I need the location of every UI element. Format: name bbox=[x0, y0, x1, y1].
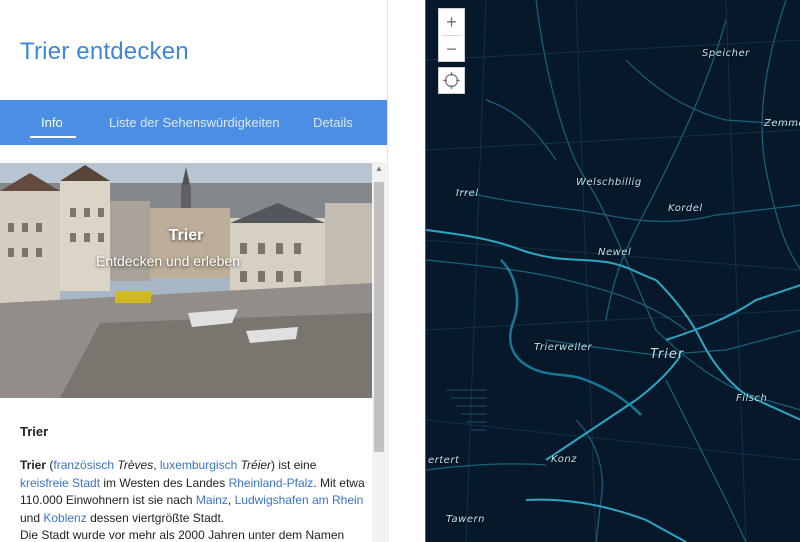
hero-image: Trier Entdecken und erleben bbox=[0, 163, 372, 398]
article-text: und bbox=[20, 510, 44, 525]
info-content[interactable]: Trier Entdecken und erleben ▲ Trier Trie… bbox=[0, 145, 387, 542]
scrollbar-thumb[interactable] bbox=[374, 182, 384, 452]
tab-details[interactable]: Details bbox=[313, 100, 353, 145]
scrollbar[interactable]: ▲ bbox=[372, 162, 386, 542]
article-link[interactable]: Rheinland-Pfalz bbox=[229, 476, 314, 490]
hero-subtitle: Entdecken und erleben bbox=[96, 253, 240, 269]
article-link[interactable]: luxemburgisch bbox=[160, 458, 237, 472]
map-label-tawern: Tawern bbox=[446, 514, 485, 525]
article-link[interactable]: kreisfreie Stadt bbox=[20, 476, 100, 490]
article-link[interactable]: Ludwigshafen am Rhein bbox=[235, 493, 364, 507]
side-panel: Trier entdecken Info Liste der Sehenswür… bbox=[0, 0, 387, 542]
map-view[interactable]: Speicher Zemmer Welschbillig Kordel Irre… bbox=[425, 0, 800, 542]
article-italic-text: Trèves bbox=[117, 458, 154, 472]
locate-button[interactable] bbox=[438, 67, 465, 94]
article-text: , bbox=[153, 458, 160, 472]
zoom-in-button[interactable]: + bbox=[439, 9, 464, 35]
map-label-welschbillig: Welschbillig bbox=[576, 177, 642, 188]
map-label-zemmer: Zemmer bbox=[764, 118, 800, 129]
article-link[interactable]: Mainz bbox=[196, 493, 228, 507]
article-body: Trier (französisch Trèves, luxemburgisch… bbox=[20, 457, 365, 542]
article-text: ) ist eine bbox=[271, 458, 317, 472]
app-title: Trier entdecken bbox=[20, 38, 189, 65]
zoom-control: + − bbox=[438, 8, 465, 62]
zoom-out-button[interactable]: − bbox=[439, 36, 464, 62]
article-text: im Westen des Landes bbox=[100, 475, 229, 490]
map-label-irrel: Irrel bbox=[456, 188, 479, 199]
article-italic-text: Tréier bbox=[240, 458, 272, 472]
article-link[interactable]: Koblenz bbox=[43, 511, 86, 525]
article-bold-text: Trier bbox=[20, 458, 47, 472]
active-tab-indicator bbox=[30, 136, 76, 138]
map-label-trier: Trier bbox=[650, 347, 685, 362]
article-text: Die Stadt wurde vor mehr als 2000 Jahren… bbox=[20, 528, 345, 542]
map-label-speicher: Speicher bbox=[702, 48, 750, 59]
map-label-konz: Konz bbox=[551, 454, 577, 465]
map-label-filsch: Filsch bbox=[736, 393, 768, 404]
tab-bar: Info Liste der Sehenswürdigkeiten Detail… bbox=[0, 100, 387, 145]
crosshair-icon bbox=[443, 72, 460, 89]
map-label-kordel: Kordel bbox=[668, 203, 703, 214]
panel-divider bbox=[387, 0, 425, 542]
scroll-up-arrow-icon[interactable]: ▲ bbox=[372, 162, 386, 176]
article-heading: Trier bbox=[20, 424, 49, 439]
tab-info[interactable]: Info bbox=[41, 100, 63, 145]
map-label-trierweiler: Trierweiler bbox=[534, 342, 593, 353]
map-label-newel: Newel bbox=[598, 247, 632, 258]
article-text: , bbox=[227, 493, 235, 507]
tab-sights-list[interactable]: Liste der Sehenswürdigkeiten bbox=[109, 100, 280, 145]
article-link[interactable]: französisch bbox=[53, 458, 114, 472]
hero-title: Trier bbox=[168, 227, 204, 244]
map-label-partial: ertert bbox=[428, 455, 460, 466]
article-text: dessen viertgrößte Stadt. bbox=[86, 510, 225, 525]
